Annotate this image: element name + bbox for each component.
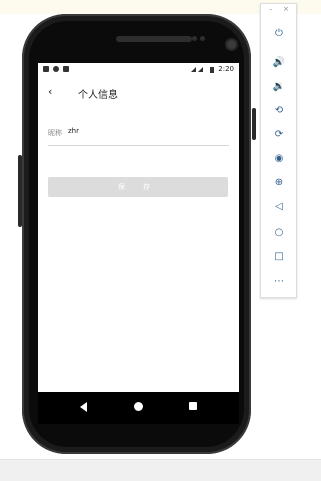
nav-home-icon[interactable] <box>134 402 143 411</box>
rotate-left-icon[interactable]: ⟲ <box>269 101 289 121</box>
phone-power-button <box>252 108 256 140</box>
battery-icon <box>210 66 215 73</box>
zoom-icon[interactable]: ⊕ <box>269 173 289 193</box>
emulator-toolbar: – × ⏻ 🔊 🔉 ⟲ ⟳ ◉ ⊕ ◁ ○ □ ⋯ <box>260 3 297 298</box>
status-indicators: 2:20 <box>191 65 234 73</box>
close-button[interactable]: × <box>283 5 289 13</box>
device-screen: 2:20 ‹ 个人信息 昵称 保 存 <box>38 63 239 392</box>
back-icon[interactable]: ◁ <box>269 197 289 217</box>
nickname-label: 昵称 <box>48 129 62 137</box>
status-notifications <box>43 66 69 72</box>
screenshot-icon[interactable]: ◉ <box>269 149 289 169</box>
front-camera-icon <box>227 40 236 49</box>
notification-icon <box>53 66 59 72</box>
notification-icon <box>43 66 49 72</box>
bottom-strip <box>0 459 321 481</box>
status-bar: 2:20 <box>38 63 239 77</box>
phone-sensor <box>192 36 197 41</box>
nav-back-icon[interactable] <box>80 402 87 412</box>
nickname-field: 昵称 <box>48 123 229 146</box>
nickname-input[interactable] <box>68 127 218 135</box>
sim-icon <box>63 66 69 72</box>
android-nav-bar <box>38 392 239 424</box>
back-arrow-icon[interactable]: ‹ <box>48 85 52 98</box>
page-title: 个人信息 <box>78 90 118 101</box>
rotate-right-icon[interactable]: ⟳ <box>269 125 289 145</box>
phone-speaker <box>116 36 192 42</box>
home-icon[interactable]: ○ <box>269 223 289 243</box>
nav-recent-apps-icon[interactable] <box>189 402 197 410</box>
signal-icon <box>191 66 204 72</box>
more-icon[interactable]: ⋯ <box>269 272 289 292</box>
status-time: 2:20 <box>218 65 234 73</box>
volume-up-icon[interactable]: 🔊 <box>269 53 289 73</box>
toolbar-window-controls: – × <box>261 4 296 16</box>
volume-down-icon[interactable]: 🔉 <box>269 77 289 97</box>
power-icon[interactable]: ⏻ <box>269 24 289 44</box>
overview-icon[interactable]: □ <box>269 247 289 267</box>
save-button[interactable]: 保 存 <box>48 177 228 197</box>
minimize-button[interactable]: – <box>269 5 273 13</box>
app-bar: ‹ 个人信息 <box>38 77 239 107</box>
phone-sensor <box>200 36 205 41</box>
